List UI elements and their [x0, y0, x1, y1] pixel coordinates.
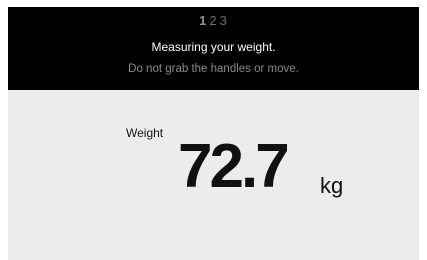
- status-message: Measuring your weight.: [151, 40, 276, 54]
- reading-panel: Weight 72.7 kg: [8, 90, 419, 260]
- scale-display-screen: 123 Measuring your weight. Do not grab t…: [8, 7, 419, 260]
- status-header: 123 Measuring your weight. Do not grab t…: [8, 7, 419, 90]
- weight-value: 72.7: [178, 132, 290, 201]
- step-1: 1: [199, 13, 208, 28]
- step-indicator: 123: [8, 13, 419, 28]
- step-2: 2: [209, 13, 218, 28]
- step-3: 3: [219, 13, 228, 28]
- instruction-message: Do not grab the handles or move.: [128, 63, 299, 75]
- weight-label: Weight: [126, 126, 164, 140]
- weight-unit: kg: [320, 173, 344, 198]
